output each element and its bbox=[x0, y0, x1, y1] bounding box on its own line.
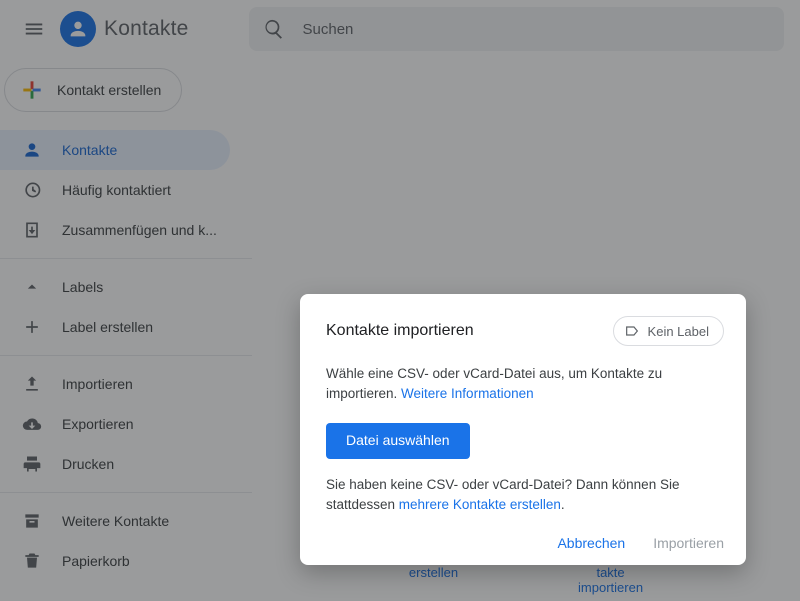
no-label-chip-text: Kein Label bbox=[648, 324, 709, 339]
more-info-link[interactable]: Weitere Informationen bbox=[401, 386, 534, 401]
period: . bbox=[561, 497, 565, 512]
dialog-cancel-button[interactable]: Abbrechen bbox=[557, 535, 625, 551]
label-outline-icon bbox=[624, 323, 640, 339]
create-many-contacts-link[interactable]: mehrere Kontakte erstellen bbox=[399, 497, 561, 512]
dialog-import-button[interactable]: Importieren bbox=[653, 535, 724, 551]
import-contacts-dialog: Kontakte importieren Kein Label Wähle ei… bbox=[300, 294, 746, 565]
dialog-title: Kontakte importieren bbox=[326, 322, 474, 340]
no-label-chip[interactable]: Kein Label bbox=[613, 316, 724, 346]
select-file-button[interactable]: Datei auswählen bbox=[326, 423, 470, 459]
